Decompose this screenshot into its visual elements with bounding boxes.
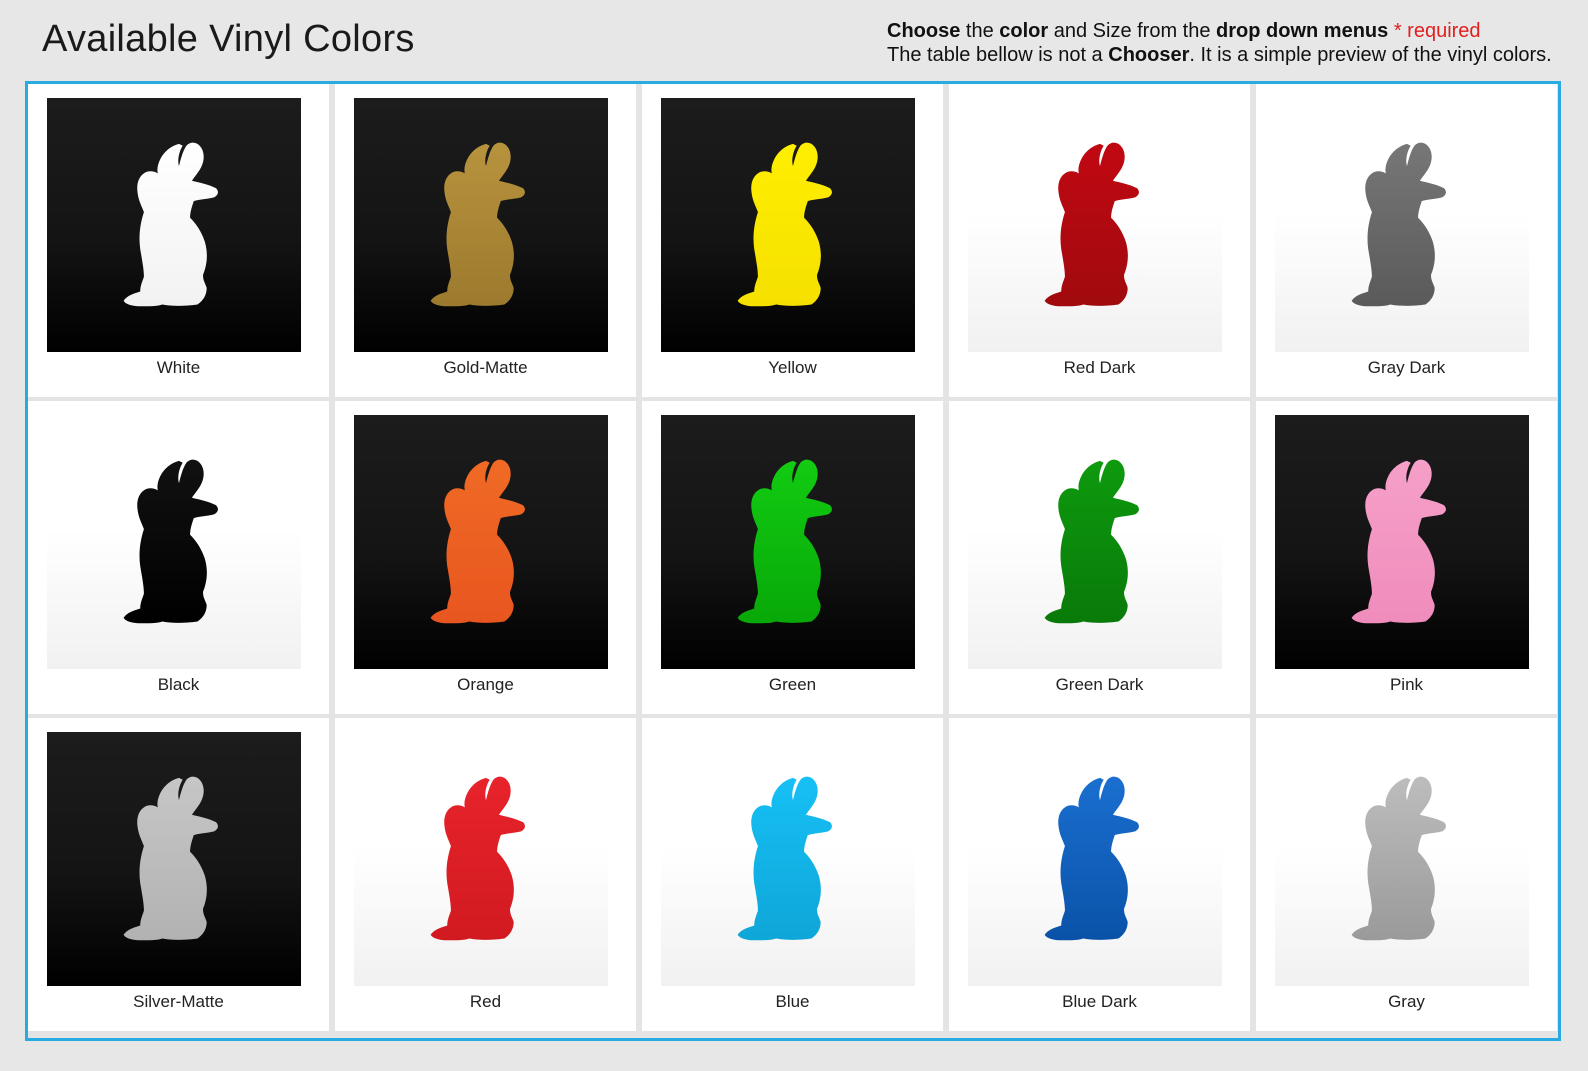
swatch-label: Green	[768, 675, 817, 694]
swatch-label: Pink	[1389, 675, 1424, 694]
chooser-word: Chooser	[1108, 44, 1190, 66]
swatch-label: Blue	[775, 992, 810, 1011]
rabbit-silhouette-icon	[1044, 459, 1139, 624]
instructions-text: . It is a simple preview of the vinyl co…	[1189, 44, 1552, 66]
swatch-image	[47, 732, 301, 986]
color-swatch-cell: Gray	[1256, 718, 1557, 1031]
instructions-text: The table bellow is not a	[887, 44, 1109, 66]
color-swatch-cell: Silver-Matte	[28, 718, 329, 1031]
rabbit-silhouette-icon	[737, 142, 832, 307]
swatch-label: Black	[157, 675, 200, 694]
rabbit-silhouette-icon	[1351, 459, 1446, 624]
rabbit-silhouette-icon	[1351, 142, 1446, 307]
color-swatch-cell: Red Dark	[949, 84, 1250, 397]
rabbit-silhouette-icon	[123, 459, 218, 624]
rabbit-silhouette-icon	[1044, 142, 1139, 307]
color-swatch-cell: Black	[28, 401, 329, 714]
swatch-image	[661, 98, 915, 352]
swatch-label: Gold-Matte	[443, 358, 528, 377]
swatch-image	[354, 415, 608, 669]
swatch-label: Orange	[457, 675, 514, 694]
swatch-image	[968, 98, 1222, 352]
instructions-text: the	[960, 20, 1000, 42]
swatch-label: Blue Dark	[1062, 992, 1137, 1011]
swatch-image	[354, 98, 608, 352]
color-swatch-cell: Blue	[642, 718, 943, 1031]
color-swatch-cell: Gray Dark	[1256, 84, 1557, 397]
color-swatch-cell: Gold-Matte	[335, 84, 636, 397]
swatch-image	[968, 415, 1222, 669]
color-swatch-cell: White	[28, 84, 329, 397]
required-note: * required	[1388, 20, 1481, 42]
swatch-label: Yellow	[768, 358, 817, 377]
choose-word: Choose	[887, 20, 961, 42]
instructions-line-1: Choose the color and Size from the drop …	[887, 19, 1567, 43]
instructions: Choose the color and Size from the drop …	[887, 19, 1567, 67]
swatch-image	[968, 732, 1222, 986]
swatch-image	[661, 415, 915, 669]
swatch-label: Green Dark	[1055, 675, 1144, 694]
rabbit-silhouette-icon	[123, 142, 218, 307]
swatch-label: Gray Dark	[1367, 358, 1446, 377]
drop-down-menus-word: drop down menus	[1216, 20, 1389, 42]
swatch-label: Red	[469, 992, 502, 1011]
color-swatch-cell: Red	[335, 718, 636, 1031]
page-title: Available Vinyl Colors	[42, 18, 415, 60]
swatch-image	[1275, 415, 1529, 669]
rabbit-silhouette-icon	[430, 776, 525, 941]
swatch-image	[354, 732, 608, 986]
color-swatch-cell: Orange	[335, 401, 636, 714]
swatch-label: White	[156, 358, 201, 377]
swatch-image	[1275, 98, 1529, 352]
rabbit-silhouette-icon	[1351, 776, 1446, 941]
instructions-line-2: The table bellow is not a Chooser. It is…	[887, 43, 1567, 67]
color-swatch-cell: Yellow	[642, 84, 943, 397]
rabbit-silhouette-icon	[430, 142, 525, 307]
swatch-image	[661, 732, 915, 986]
rabbit-silhouette-icon	[737, 459, 832, 624]
color-swatch-cell: Green	[642, 401, 943, 714]
rabbit-silhouette-icon	[737, 776, 832, 941]
color-word: color	[999, 20, 1049, 42]
swatch-image	[1275, 732, 1529, 986]
swatch-label: Silver-Matte	[133, 992, 224, 1011]
swatch-image	[47, 415, 301, 669]
swatch-label: Red Dark	[1063, 358, 1136, 377]
swatch-image	[47, 98, 301, 352]
rabbit-silhouette-icon	[123, 776, 218, 941]
rabbit-silhouette-icon	[430, 459, 525, 624]
swatch-label: Gray	[1388, 992, 1425, 1011]
color-grid: White Gold-Matte Yellow Red Dark Gray Dark Bl…	[28, 84, 1557, 1031]
instructions-text: and Size from the	[1048, 20, 1217, 42]
color-swatch-cell: Green Dark	[949, 401, 1250, 714]
color-swatch-cell: Pink	[1256, 401, 1557, 714]
color-preview-panel: White Gold-Matte Yellow Red Dark Gray Dark Bl…	[25, 81, 1561, 1041]
color-swatch-cell: Blue Dark	[949, 718, 1250, 1031]
rabbit-silhouette-icon	[1044, 776, 1139, 941]
